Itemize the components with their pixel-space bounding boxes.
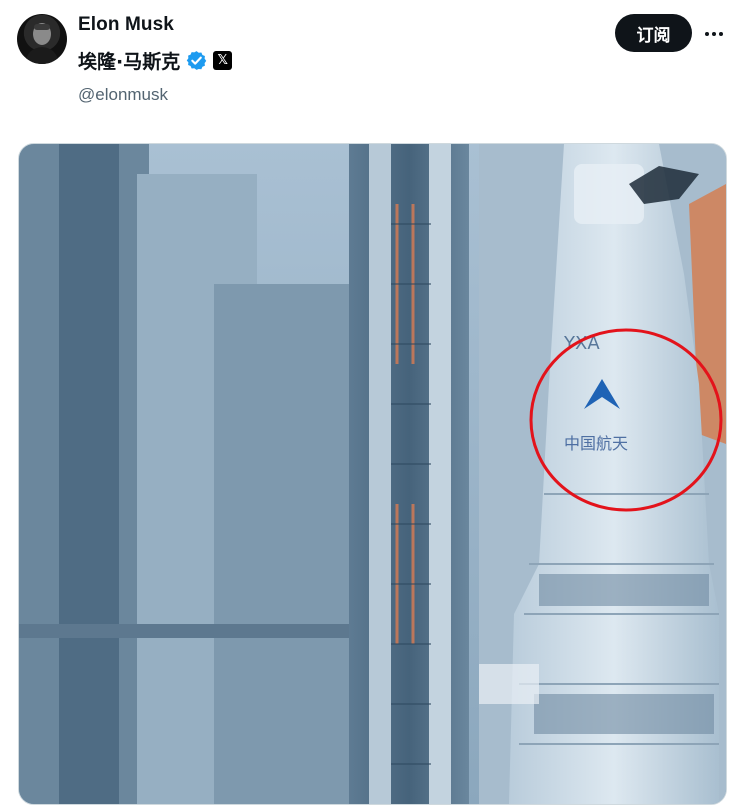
author-display-name[interactable]: Elon Musk (78, 14, 174, 36)
author-alt-name[interactable]: 埃隆·马斯克 (78, 47, 180, 74)
tweet-media-photo[interactable]: YXA 中国航天 (18, 143, 727, 805)
verified-check-icon[interactable] (186, 50, 207, 71)
subscribe-button[interactable]: 订阅 (615, 14, 692, 52)
svg-text:中国航天: 中国航天 (564, 434, 628, 453)
avatar[interactable] (17, 14, 67, 64)
avatar-portrait-icon (25, 23, 59, 64)
author-handle[interactable]: @elonmusk (78, 85, 168, 105)
rocket-photo: YXA 中国航天 (19, 144, 726, 804)
x-logo-icon[interactable]: 𝕏 (213, 50, 233, 70)
author-alt-name-row: 埃隆·马斯克 𝕏 (78, 47, 233, 74)
more-horizontal-icon[interactable] (700, 20, 728, 48)
